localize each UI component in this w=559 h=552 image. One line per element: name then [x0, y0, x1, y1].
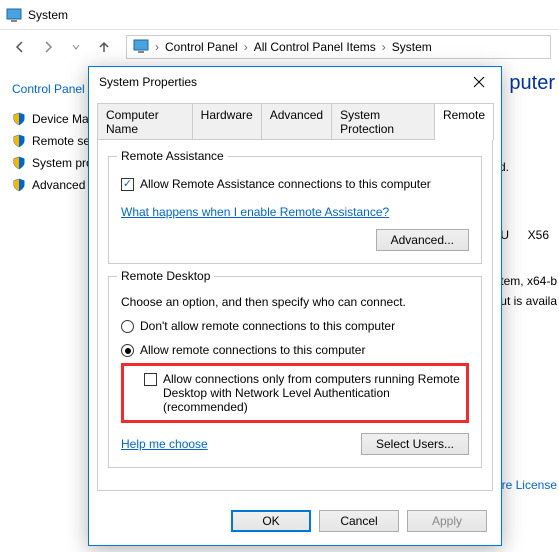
shield-icon: [12, 134, 26, 148]
tab-remote[interactable]: Remote: [434, 103, 494, 140]
dialog-button-row: OK Cancel Apply: [89, 500, 501, 542]
chevron-right-icon: ›: [380, 40, 388, 54]
shield-icon: [12, 156, 26, 170]
breadcrumb-l2[interactable]: All Control Panel Items: [252, 40, 378, 54]
tab-hardware[interactable]: Hardware: [192, 103, 262, 140]
close-button[interactable]: [467, 70, 491, 94]
tab-computer-name[interactable]: Computer Name: [97, 103, 193, 140]
tab-advanced[interactable]: Advanced: [261, 103, 332, 140]
explorer-titlebar: System: [0, 0, 559, 30]
bg-license-link[interactable]: are License: [495, 478, 557, 492]
ok-button[interactable]: OK: [231, 510, 311, 532]
tab-strip: Computer Name Hardware Advanced System P…: [89, 97, 501, 140]
window-title: System: [28, 8, 68, 22]
back-button[interactable]: [8, 35, 32, 59]
bg-text: stem, x64-b: [494, 274, 557, 288]
breadcrumb-l1[interactable]: Control Panel: [163, 40, 240, 54]
select-users-button[interactable]: Select Users...: [361, 433, 469, 455]
bg-text: X56: [528, 228, 549, 242]
cancel-button[interactable]: Cancel: [319, 510, 399, 532]
remote-desktop-group: Remote Desktop Choose an option, and the…: [108, 276, 482, 468]
shield-icon: [12, 112, 26, 126]
remote-assistance-group: Remote Assistance Allow Remote Assistanc…: [108, 156, 482, 264]
allow-remote-radio[interactable]: [121, 344, 134, 357]
breadcrumb-l3[interactable]: System: [390, 40, 434, 54]
allow-remote-assistance-checkbox[interactable]: [121, 178, 134, 191]
allow-remote-label: Allow remote connections to this compute…: [140, 343, 365, 357]
remote-desktop-legend: Remote Desktop: [117, 269, 214, 283]
apply-button[interactable]: Apply: [407, 510, 487, 532]
tab-panel-remote: Remote Assistance Allow Remote Assistanc…: [97, 139, 493, 491]
breadcrumb[interactable]: › Control Panel › All Control Panel Item…: [126, 35, 551, 59]
nla-label: Allow connections only from computers ru…: [163, 372, 460, 414]
remote-assistance-legend: Remote Assistance: [117, 149, 228, 163]
sidebar-item-label: System pro: [32, 156, 93, 170]
bg-text: ut is availa: [500, 294, 557, 308]
bg-heading: puter: [509, 72, 555, 95]
sidebar-item-label: Advanced: [32, 178, 85, 192]
close-icon: [473, 76, 485, 88]
forward-button[interactable]: [36, 35, 60, 59]
dont-allow-label: Don't allow remote connections to this c…: [140, 319, 395, 333]
up-button[interactable]: [92, 35, 116, 59]
chevron-right-icon: ›: [242, 40, 250, 54]
sidebar-item-label: Remote se: [32, 134, 90, 148]
dialog-titlebar: System Properties: [89, 67, 501, 97]
breadcrumb-icon: [131, 38, 151, 57]
nla-checkbox[interactable]: [144, 373, 157, 386]
nla-highlight-box: Allow connections only from computers ru…: [121, 363, 469, 423]
remote-assistance-help-link[interactable]: What happens when I enable Remote Assist…: [121, 205, 389, 219]
tab-system-protection[interactable]: System Protection: [331, 103, 435, 140]
help-me-choose-link[interactable]: Help me choose: [121, 437, 208, 451]
sidebar-item-label: Device Ma: [32, 112, 89, 126]
system-properties-dialog: System Properties Computer Name Hardware…: [88, 66, 502, 546]
dialog-title: System Properties: [99, 75, 197, 89]
shield-icon: [12, 178, 26, 192]
chevron-right-icon: ›: [153, 40, 161, 54]
remote-desktop-instruction: Choose an option, and then specify who c…: [121, 295, 469, 309]
recent-dropdown[interactable]: [64, 35, 88, 59]
allow-remote-assistance-label: Allow Remote Assistance connections to t…: [140, 177, 431, 191]
remote-assistance-advanced-button[interactable]: Advanced...: [376, 229, 469, 251]
system-icon: [6, 7, 22, 23]
dont-allow-radio[interactable]: [121, 320, 134, 333]
explorer-navbar: › Control Panel › All Control Panel Item…: [0, 30, 559, 64]
